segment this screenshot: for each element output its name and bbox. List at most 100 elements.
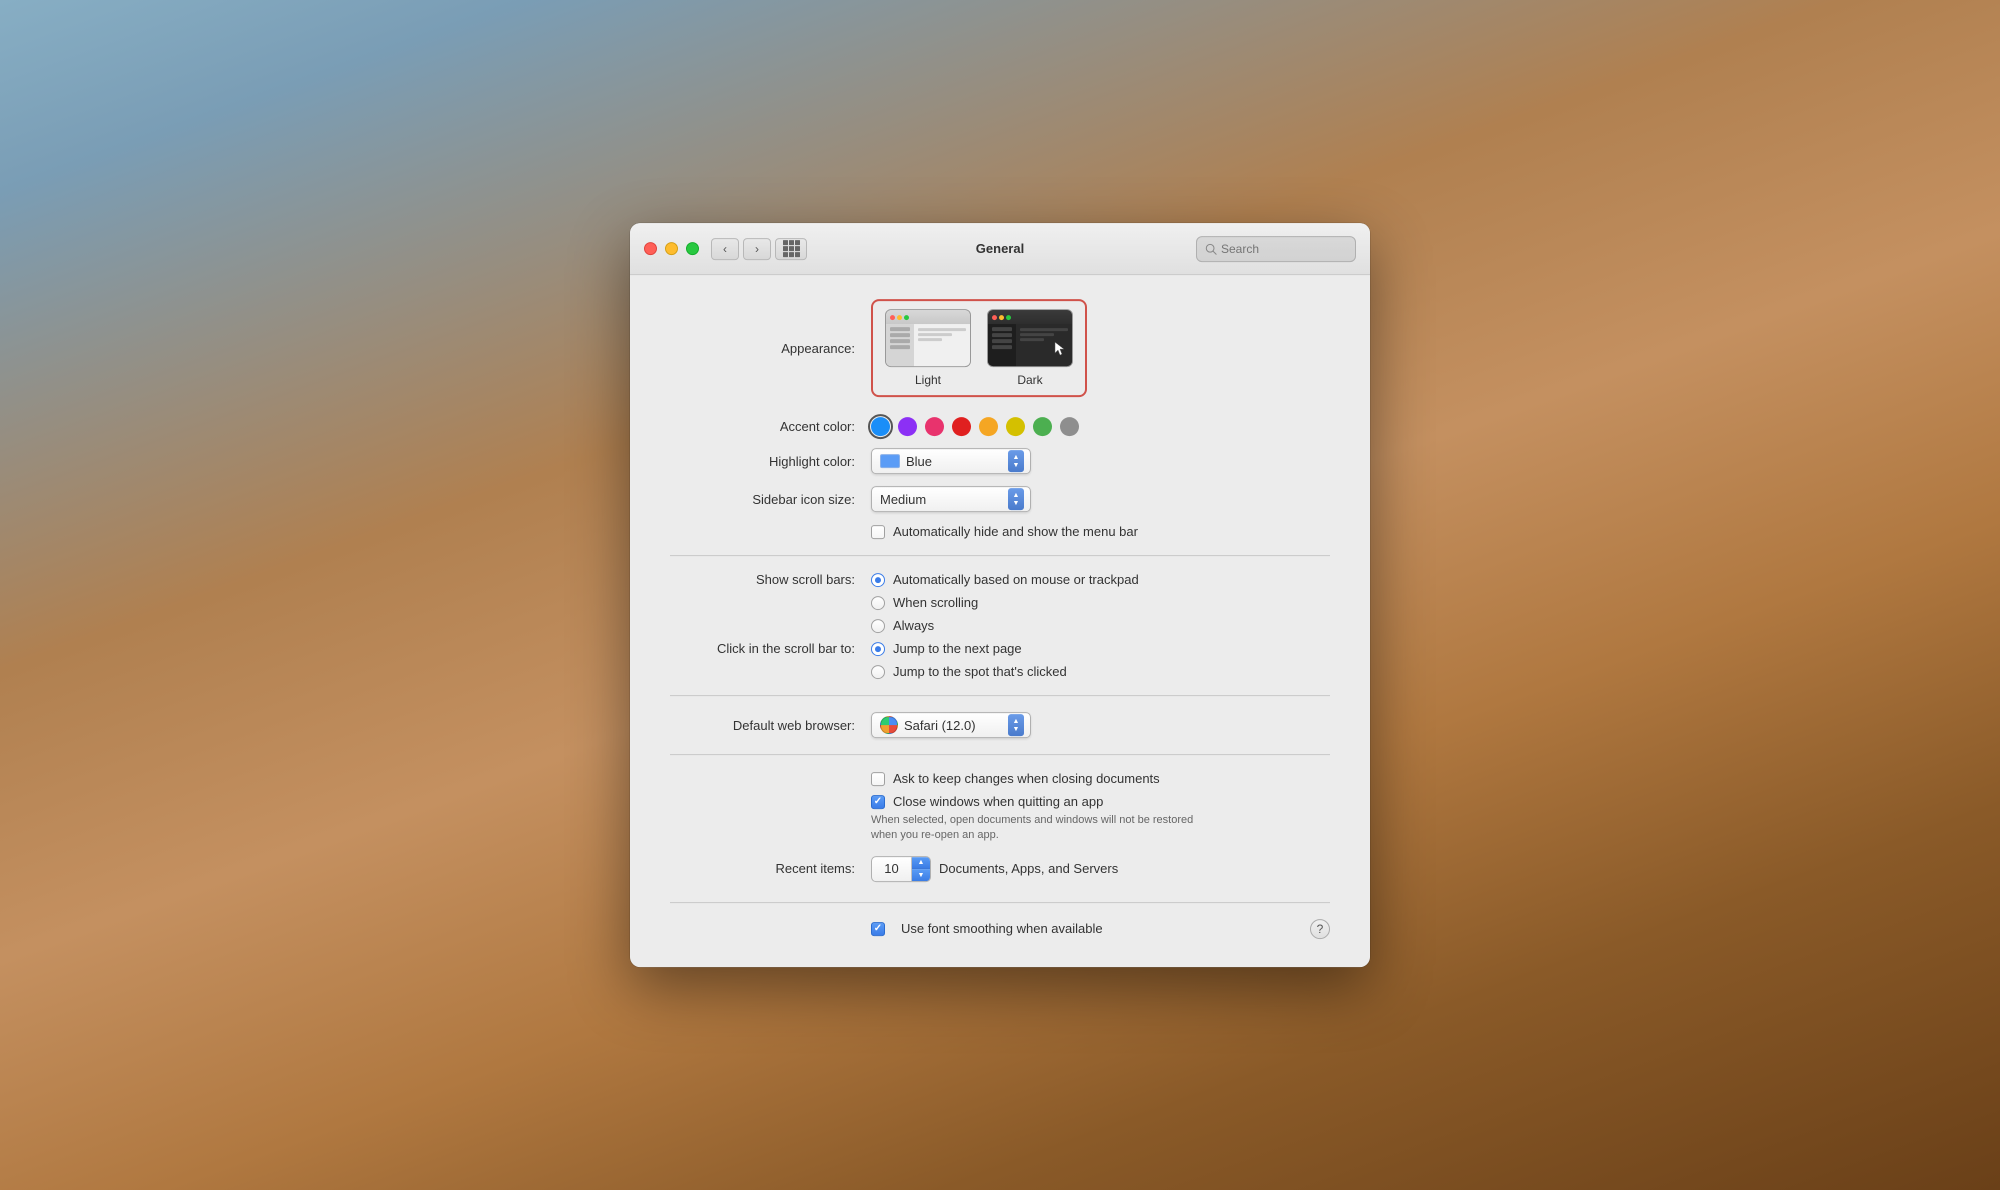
- traffic-lights: [644, 242, 699, 255]
- up-arrow-icon: ▲: [1013, 718, 1020, 725]
- scroll-auto-row: Automatically based on mouse or trackpad: [871, 572, 1139, 587]
- menu-bar-checkbox-row: Automatically hide and show the menu bar: [871, 524, 1330, 539]
- jump-spot-radio[interactable]: [871, 665, 885, 679]
- light-sidebar: [886, 324, 914, 367]
- content-area: Appearance:: [630, 275, 1370, 967]
- minimize-button[interactable]: [665, 242, 678, 255]
- accent-color-label: Accent color:: [670, 419, 855, 434]
- accent-red[interactable]: [952, 417, 971, 436]
- close-windows-checkbox[interactable]: ✓: [871, 795, 885, 809]
- radio-dot: [875, 646, 881, 652]
- scroll-always-row: Always: [871, 618, 1139, 633]
- recent-items-value: 10: [872, 857, 912, 881]
- jump-spot-label: Jump to the spot that's clicked: [893, 664, 1067, 679]
- safari-icon: [880, 716, 898, 734]
- stepper-down-icon: ▼: [918, 872, 925, 879]
- highlight-color-dropdown[interactable]: Blue ▲ ▼: [871, 448, 1031, 474]
- default-browser-dropdown[interactable]: Safari (12.0) ▲ ▼: [871, 712, 1031, 738]
- dark-label: Dark: [1017, 373, 1042, 387]
- scroll-click-radio-group: Jump to the next page Jump to the spot t…: [871, 641, 1067, 679]
- sidebar-dropdown-arrows: ▲ ▼: [1008, 488, 1024, 510]
- appearance-light-option[interactable]: Light: [885, 309, 971, 387]
- dark-thumb: [987, 309, 1073, 367]
- recent-items-suffix: Documents, Apps, and Servers: [939, 861, 1118, 876]
- back-button[interactable]: ‹: [711, 238, 739, 260]
- close-windows-sublabel: When selected, open documents and window…: [871, 813, 1311, 844]
- scroll-auto-radio[interactable]: [871, 573, 885, 587]
- scroll-bar-click-row: Click in the scroll bar to: Jump to the …: [670, 641, 1330, 679]
- search-bar[interactable]: [1196, 236, 1356, 262]
- scroll-bar-click-label: Click in the scroll bar to:: [670, 641, 855, 656]
- recent-items-stepper[interactable]: 10 ▲ ▼: [871, 856, 931, 882]
- menu-bar-checkbox[interactable]: [871, 525, 885, 539]
- font-smoothing-checkbox[interactable]: ✓: [871, 922, 885, 936]
- light-label: Light: [915, 373, 941, 387]
- default-browser-label: Default web browser:: [670, 718, 855, 733]
- accent-green[interactable]: [1033, 417, 1052, 436]
- scroll-always-label: Always: [893, 618, 934, 633]
- up-arrow-icon: ▲: [1013, 492, 1020, 499]
- accent-purple[interactable]: [898, 417, 917, 436]
- accent-graphite[interactable]: [1060, 417, 1079, 436]
- highlight-color-value: Blue: [906, 454, 1004, 469]
- recent-items-label: Recent items:: [670, 861, 855, 876]
- window-title: General: [976, 241, 1024, 256]
- scroll-when-scrolling-label: When scrolling: [893, 595, 978, 610]
- nav-buttons: ‹ ›: [711, 238, 771, 260]
- checkmark-icon: ✓: [874, 924, 882, 934]
- stepper-down-button[interactable]: ▼: [912, 869, 930, 881]
- light-thumb: [885, 309, 971, 367]
- default-browser-value: Safari (12.0): [904, 718, 1004, 733]
- sidebar-icon-size-dropdown[interactable]: Medium ▲ ▼: [871, 486, 1031, 512]
- appearance-dark-option[interactable]: Dark: [987, 309, 1073, 387]
- jump-spot-row: Jump to the spot that's clicked: [871, 664, 1067, 679]
- title-bar: ‹ › General: [630, 223, 1370, 275]
- accent-colors: [871, 417, 1079, 436]
- browser-dropdown-arrows: ▲ ▼: [1008, 714, 1024, 736]
- sidebar-icon-size-value: Medium: [880, 492, 1004, 507]
- color-swatch: [880, 454, 900, 468]
- dark-sidebar: [988, 324, 1016, 367]
- default-browser-row: Default web browser: Safari (12.0) ▲ ▼: [670, 712, 1330, 738]
- cursor-indicator: [1054, 341, 1066, 362]
- scroll-always-radio[interactable]: [871, 619, 885, 633]
- stepper-buttons: ▲ ▼: [912, 857, 930, 881]
- down-arrow-icon: ▼: [1013, 726, 1020, 733]
- close-button[interactable]: [644, 242, 657, 255]
- help-button[interactable]: ?: [1310, 919, 1330, 939]
- close-windows-checkbox-row: ✓ Close windows when quitting an app: [871, 794, 1330, 809]
- search-icon: [1205, 243, 1217, 255]
- dropdown-arrows: ▲ ▼: [1008, 450, 1024, 472]
- maximize-button[interactable]: [686, 242, 699, 255]
- sidebar-icon-size-row: Sidebar icon size: Medium ▲ ▼: [670, 486, 1330, 512]
- divider-2: [670, 695, 1330, 696]
- grid-view-button[interactable]: [775, 238, 807, 260]
- jump-next-label: Jump to the next page: [893, 641, 1022, 656]
- scroll-bars-radio-group: Automatically based on mouse or trackpad…: [871, 572, 1139, 633]
- stepper-up-button[interactable]: ▲: [912, 857, 930, 870]
- appearance-options: Light: [871, 299, 1087, 397]
- search-input[interactable]: [1221, 242, 1347, 256]
- grid-icon: [783, 240, 800, 257]
- preferences-window: ‹ › General Appearance:: [630, 223, 1370, 967]
- accent-color-row: Accent color:: [670, 417, 1330, 436]
- font-smoothing-label: Use font smoothing when available: [901, 921, 1103, 936]
- up-arrow-icon: ▲: [1013, 454, 1020, 461]
- light-body: [886, 324, 970, 367]
- scroll-when-scrolling-radio[interactable]: [871, 596, 885, 610]
- appearance-label: Appearance:: [670, 341, 855, 356]
- forward-button[interactable]: ›: [743, 238, 771, 260]
- sidebar-icon-size-label: Sidebar icon size:: [670, 492, 855, 507]
- appearance-section: Appearance:: [670, 299, 1330, 397]
- bottom-section: ✓ Use font smoothing when available ?: [670, 902, 1330, 939]
- highlight-color-row: Highlight color: Blue ▲ ▼: [670, 448, 1330, 474]
- accent-pink[interactable]: [925, 417, 944, 436]
- jump-next-radio[interactable]: [871, 642, 885, 656]
- accent-orange[interactable]: [979, 417, 998, 436]
- accent-yellow[interactable]: [1006, 417, 1025, 436]
- checkmark-icon: ✓: [874, 797, 882, 807]
- ask-keep-checkbox[interactable]: [871, 772, 885, 786]
- accent-blue[interactable]: [871, 417, 890, 436]
- close-windows-label: Close windows when quitting an app: [893, 794, 1103, 809]
- divider-1: [670, 555, 1330, 556]
